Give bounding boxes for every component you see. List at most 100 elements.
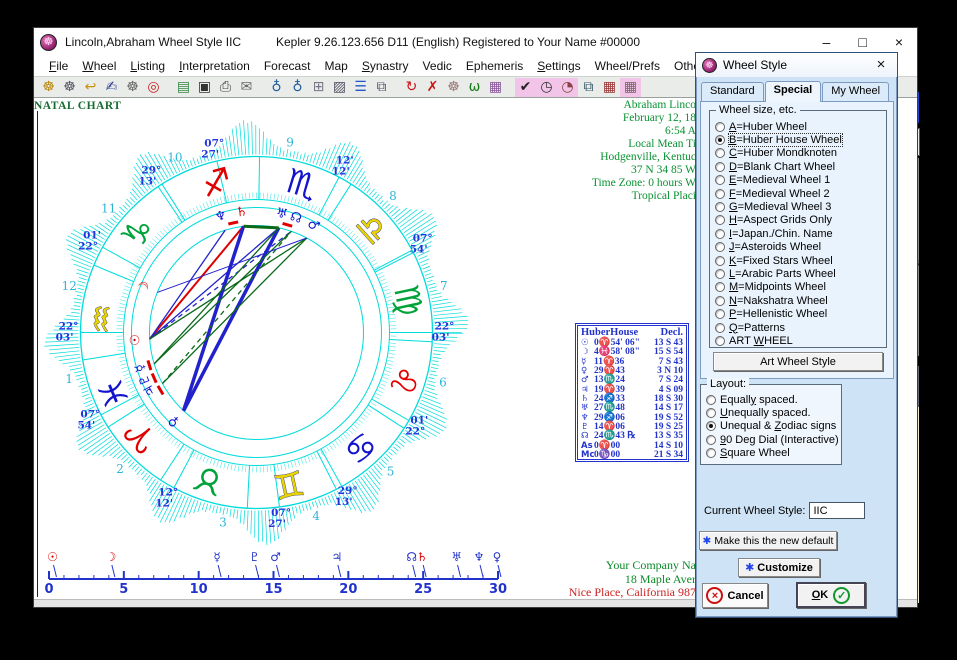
tab-special[interactable]: Special: [765, 81, 822, 102]
menu-item-listing[interactable]: Listing: [123, 59, 172, 73]
filter-off-icon[interactable]: ✗: [422, 78, 443, 97]
menu-item-ephemeris[interactable]: Ephemeris: [459, 59, 530, 73]
menu-item-wheel-prefs[interactable]: Wheel/Prefs: [588, 59, 667, 73]
radio-label: L=Arabic Parts Wheel: [729, 268, 836, 280]
notes-icon[interactable]: ⧉: [578, 78, 599, 97]
biwheel-icon[interactable]: ☸: [38, 78, 59, 97]
radio-l-arabic-parts-wheel[interactable]: L=Arabic Parts Wheel: [710, 267, 886, 280]
current-wheel-style-input[interactable]: [809, 502, 865, 519]
tab-standard[interactable]: Standard: [701, 82, 764, 102]
undo-wheel-icon[interactable]: ↩: [80, 78, 101, 97]
cusp-degree-label: 29°13': [335, 485, 358, 508]
radio-layout-equally-spaced[interactable]: Equally spaced.: [701, 393, 841, 406]
cusp-degree-label: 29°13': [138, 165, 161, 188]
globe-target-icon[interactable]: ♁: [287, 78, 308, 97]
maximize-button[interactable]: □: [858, 34, 866, 50]
aspect-line-jupiter-mars: [162, 238, 306, 384]
wheel-grid-icon[interactable]: ☸: [443, 78, 464, 97]
radio-k-fixed-stars-wheel[interactable]: K=Fixed Stars Wheel: [710, 254, 886, 267]
mail-icon[interactable]: ✉: [236, 78, 257, 97]
clock-icon[interactable]: ◷: [536, 78, 557, 97]
rectify-icon[interactable]: ↻: [401, 78, 422, 97]
radio-circle-icon: [715, 148, 725, 158]
menu-item-map[interactable]: Map: [318, 59, 355, 73]
aspect-line-uranus-venus: [184, 228, 279, 411]
print-icon[interactable]: ⎙: [215, 78, 236, 97]
grid-pink-icon[interactable]: ▦: [620, 78, 641, 97]
menu-item-forecast[interactable]: Forecast: [257, 59, 318, 73]
radio-n-nakshatra-wheel[interactable]: N=Nakshatra Wheel: [710, 294, 886, 307]
clock-wheel-icon[interactable]: ◔: [557, 78, 578, 97]
cancel-button[interactable]: × Cancel: [702, 583, 768, 608]
radio-g-medieval-wheel-3[interactable]: G=Medieval Wheel 3: [710, 200, 886, 213]
table-icon[interactable]: ▦: [599, 78, 620, 97]
customize-button[interactable]: ✱ Customize: [738, 558, 820, 577]
radio-layout-90-deg-dial-interactive[interactable]: 90 Deg Dial (Interactive): [701, 433, 841, 446]
radio-c-huber-mondknoten[interactable]: C=Huber Mondknoten: [710, 147, 886, 160]
ruler-label-5: 5: [119, 582, 128, 597]
radio-f-medieval-wheel-2[interactable]: F=Medieval Wheel 2: [710, 187, 886, 200]
wheel-pointer-icon[interactable]: ☸: [59, 78, 80, 97]
new-chart-icon[interactable]: ▤: [173, 78, 194, 97]
globe-small-icon[interactable]: ⊞: [308, 78, 329, 97]
radio-d-blank-chart-wheel[interactable]: D=Blank Chart Wheel: [710, 160, 886, 173]
ok-button[interactable]: OK ✓: [796, 582, 866, 608]
menu-item-wheel[interactable]: Wheel: [75, 59, 123, 73]
radio-e-medieval-wheel-1[interactable]: E=Medieval Wheel 1: [710, 174, 886, 187]
menu-item-vedic[interactable]: Vedic: [416, 59, 459, 73]
radio-b-huber-house-wheel[interactable]: B=Huber House Wheel: [710, 133, 886, 146]
radio-circle-icon: [715, 202, 725, 212]
radio-layout-unequal-zodiac-signs[interactable]: Unequal & Zodiac signs: [701, 420, 841, 433]
calendar-icon[interactable]: ▦: [485, 78, 506, 97]
zodiac-libra-glyph: ♎: [346, 204, 396, 253]
art-wheel-style-button[interactable]: Art Wheel Style: [713, 352, 883, 371]
radio-m-midpoints-wheel[interactable]: M=Midpoints Wheel: [710, 281, 886, 294]
save-icon[interactable]: ▣: [194, 78, 215, 97]
radio-layout-square-wheel[interactable]: Square Wheel: [701, 447, 841, 460]
radio-q-patterns[interactable]: Q=Patterns: [710, 321, 886, 334]
menu-item-interpretation[interactable]: Interpretation: [172, 59, 257, 73]
check-icon[interactable]: ✔: [515, 78, 536, 97]
menu-item-settings[interactable]: Settings: [530, 59, 587, 73]
listing-icon[interactable]: ☰: [350, 78, 371, 97]
minimize-button[interactable]: –: [823, 34, 831, 50]
radio-label: B=Huber House Wheel: [729, 134, 842, 146]
table-header-decl: Decl.: [661, 327, 683, 338]
wheel-icon[interactable]: ☸: [122, 78, 143, 97]
compass-target-icon[interactable]: ◎: [143, 78, 164, 97]
radio-h-aspect-grids-only[interactable]: H=Aspect Grids Only: [710, 214, 886, 227]
radio-i-japan-chin-name[interactable]: I=Japan./Chin. Name: [710, 227, 886, 240]
radio-label: G=Medieval Wheel 3: [729, 201, 831, 213]
menu-item-synastry[interactable]: Synastry: [355, 59, 416, 73]
radio-a-huber-wheel[interactable]: A=Huber Wheel: [710, 120, 886, 133]
globe-pin-icon[interactable]: ♁: [266, 78, 287, 97]
close-button[interactable]: ×: [895, 34, 903, 50]
radio-j-asteroids-wheel[interactable]: J=Asteroids Wheel: [710, 241, 886, 254]
radio-art-wheel[interactable]: ART WHEEL: [710, 334, 886, 347]
cancel-x-icon: ×: [706, 587, 723, 604]
house-number-5: 5: [387, 464, 395, 478]
aspect-line-sun-uranus: [150, 228, 279, 339]
aspect-line-saturn-venus: [184, 226, 244, 410]
radio-circle-icon: [715, 189, 725, 199]
ok-check-icon: ✓: [833, 587, 850, 604]
table-header-position: HuberHouse: [581, 327, 638, 338]
birth-info-line: 37 N 34 85 W: [466, 164, 696, 177]
radio-label: Unequal & Zodiac signs: [720, 420, 836, 432]
om-icon[interactable]: ω: [464, 78, 485, 97]
tab-my-wheel[interactable]: My Wheel: [822, 82, 889, 102]
radio-label: M=Midpoints Wheel: [729, 281, 826, 293]
cusp-degree-label: 22°03': [432, 321, 455, 344]
edit-wheel-icon[interactable]: ✍: [101, 78, 122, 97]
radio-label: Unequally spaced.: [720, 407, 811, 419]
current-wheel-style-label: Current Wheel Style:: [704, 505, 805, 517]
dialog-close-icon[interactable]: ×: [873, 56, 889, 73]
percent-icon[interactable]: ▨: [329, 78, 350, 97]
zodiac-aries-glyph: ♈: [117, 411, 167, 460]
menu-item-file[interactable]: File: [42, 59, 75, 73]
make-default-button[interactable]: ✱ Make this the new default: [699, 531, 837, 550]
radio-p-hellenistic-wheel[interactable]: P=Hellenistic Wheel: [710, 307, 886, 320]
radio-layout-unequally-spaced[interactable]: Unequally spaced.: [701, 406, 841, 419]
radio-circle-icon: [706, 395, 716, 405]
pages-icon[interactable]: ⧉: [371, 78, 392, 97]
